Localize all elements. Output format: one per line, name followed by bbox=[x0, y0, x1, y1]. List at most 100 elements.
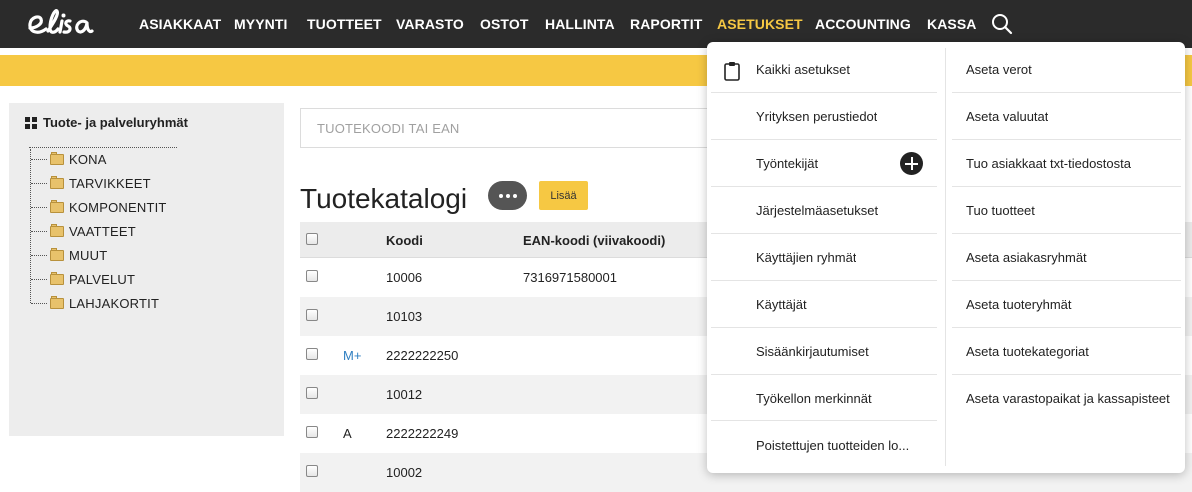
menu-item-kayttajien-ryhmat[interactable]: Käyttäjien ryhmät bbox=[707, 234, 937, 281]
menu-separator bbox=[711, 420, 937, 421]
row-tag: A bbox=[343, 426, 352, 441]
row-checkbox[interactable] bbox=[306, 348, 318, 360]
tree-item-palvelut[interactable]: PALVELUT bbox=[31, 269, 135, 289]
dot-icon bbox=[512, 193, 517, 198]
dot-icon bbox=[505, 193, 510, 198]
tree-item-lahjakortit[interactable]: LAHJAKORTIT bbox=[31, 293, 159, 313]
tree-title: Tuote- ja palveluryhmät bbox=[25, 115, 188, 130]
nav-varasto[interactable]: VARASTO bbox=[396, 16, 464, 32]
menu-item-tyontekijat[interactable]: Työntekijät bbox=[707, 140, 937, 187]
menu-item-tyokellon-merkinnat[interactable]: Työkellon merkinnät bbox=[707, 375, 937, 422]
clipboard-icon bbox=[724, 62, 740, 81]
row-code: 2222222250 bbox=[386, 348, 459, 363]
folder-icon bbox=[50, 224, 64, 237]
more-options-button[interactable] bbox=[488, 181, 527, 210]
menu-column-divider bbox=[945, 48, 946, 466]
row-checkbox[interactable] bbox=[306, 387, 318, 399]
select-all-checkbox[interactable] bbox=[306, 233, 318, 245]
folder-icon bbox=[50, 200, 64, 213]
tree-root-line bbox=[29, 147, 177, 148]
top-navigation-bar: ASIAKKAAT MYYNTI TUOTTEET VARASTO OSTOT … bbox=[0, 0, 1192, 48]
row-code: 10103 bbox=[386, 309, 423, 324]
menu-item-label: Työntekijät bbox=[756, 156, 819, 171]
menu-item-label: Aseta asiakasryhmät bbox=[966, 250, 1087, 265]
row-checkbox[interactable] bbox=[306, 309, 318, 321]
row-code: 10006 bbox=[386, 270, 423, 285]
nav-accounting[interactable]: ACCOUNTING bbox=[815, 16, 911, 32]
menu-item-aseta-tuoteryhmat[interactable]: Aseta tuoteryhmät bbox=[952, 281, 1185, 328]
menu-item-poistettujen-tuotteiden-loki[interactable]: Poistettujen tuotteiden lo... bbox=[707, 422, 937, 469]
menu-item-label: Tuo asiakkaat txt-tiedostosta bbox=[966, 156, 1131, 171]
row-code: 10002 bbox=[386, 465, 423, 480]
tree-item-kona[interactable]: KONA bbox=[31, 149, 107, 169]
row-code: 10012 bbox=[386, 387, 423, 402]
menu-item-aseta-tuotekategoriat[interactable]: Aseta tuotekategoriat bbox=[952, 328, 1185, 375]
folder-icon bbox=[50, 296, 64, 309]
folder-icon bbox=[50, 176, 64, 189]
row-checkbox[interactable] bbox=[306, 426, 318, 438]
menu-item-jarjestelmaasetukset[interactable]: Järjestelmäasetukset bbox=[707, 187, 937, 234]
product-search-input[interactable] bbox=[301, 109, 720, 147]
menu-item-label: Työkellon merkinnät bbox=[756, 391, 872, 406]
nav-raportit[interactable]: RAPORTIT bbox=[630, 16, 702, 32]
menu-item-label: Yrityksen perustiedot bbox=[756, 109, 878, 124]
nav-hallinta[interactable]: HALLINTA bbox=[545, 16, 615, 32]
tree-item-vaatteet[interactable]: VAATTEET bbox=[31, 221, 136, 241]
row-checkbox[interactable] bbox=[306, 270, 318, 282]
menu-item-label: Poistettujen tuotteiden lo... bbox=[756, 438, 910, 453]
menu-item-label: Käyttäjien ryhmät bbox=[756, 250, 857, 265]
folder-icon bbox=[50, 152, 64, 165]
menu-item-sisaankirjautumiset[interactable]: Sisäänkirjautumiset bbox=[707, 328, 937, 375]
menu-item-label: Aseta varastopaikat ja kassapisteet bbox=[966, 391, 1170, 406]
menu-item-kayttajat[interactable]: Käyttäjät bbox=[707, 281, 937, 328]
column-header-ean[interactable]: EAN-koodi (viivakoodi) bbox=[523, 233, 665, 248]
menu-item-label: Järjestelmäasetukset bbox=[756, 203, 879, 218]
menu-item-tuo-tuotteet[interactable]: Tuo tuotteet bbox=[952, 187, 1185, 234]
menu-item-aseta-asiakasryhmat[interactable]: Aseta asiakasryhmät bbox=[952, 234, 1185, 281]
settings-dropdown-menu: Kaikki asetukset Yrityksen perustiedot T… bbox=[707, 42, 1185, 473]
nav-tuotteet[interactable]: TUOTTEET bbox=[307, 16, 382, 32]
dot-icon bbox=[498, 193, 503, 198]
menu-item-label: Kaikki asetukset bbox=[756, 62, 850, 77]
nav-myynti[interactable]: MYYNTI bbox=[234, 16, 288, 32]
menu-item-label: Aseta tuoteryhmät bbox=[966, 297, 1072, 312]
add-employee-plus-icon[interactable] bbox=[900, 152, 923, 175]
tree-item-label: KONA bbox=[69, 151, 107, 167]
row-code: 2222222249 bbox=[386, 426, 459, 441]
nav-asiakkaat[interactable]: ASIAKKAAT bbox=[139, 16, 221, 32]
folder-icon bbox=[50, 248, 64, 261]
grid-icon bbox=[25, 116, 37, 129]
column-header-koodi[interactable]: Koodi bbox=[386, 233, 423, 248]
row-tag[interactable]: M+ bbox=[343, 348, 361, 363]
product-group-tree: Tuote- ja palveluryhmät KONA TARVIKKEET … bbox=[9, 103, 284, 436]
tree-item-label: MUUT bbox=[69, 247, 108, 263]
tree-item-label: VAATTEET bbox=[69, 223, 136, 239]
nav-kassa[interactable]: KASSA bbox=[927, 16, 977, 32]
menu-item-yrityksen-perustiedot[interactable]: Yrityksen perustiedot bbox=[707, 93, 937, 140]
tree-item-tarvikkeet[interactable]: TARVIKKEET bbox=[31, 173, 151, 193]
search-icon[interactable] bbox=[990, 12, 1014, 36]
menu-item-label: Aseta verot bbox=[966, 62, 1032, 77]
tree-item-komponentit[interactable]: KOMPONENTIT bbox=[31, 197, 167, 217]
tree-item-label: KOMPONENTIT bbox=[69, 199, 167, 215]
menu-item-label: Tuo tuotteet bbox=[966, 203, 1035, 218]
row-checkbox[interactable] bbox=[306, 465, 318, 477]
row-ean: 7316971580001 bbox=[523, 270, 617, 285]
menu-item-tuo-asiakkaat[interactable]: Tuo asiakkaat txt-tiedostosta bbox=[952, 140, 1185, 187]
product-search-box bbox=[300, 108, 720, 148]
nav-ostot[interactable]: OSTOT bbox=[480, 16, 528, 32]
menu-item-aseta-verot[interactable]: Aseta verot bbox=[952, 46, 1185, 93]
menu-item-aseta-varastopaikat[interactable]: Aseta varastopaikat ja kassapisteet bbox=[952, 375, 1185, 422]
tree-item-label: LAHJAKORTIT bbox=[69, 295, 160, 311]
menu-item-label: Aseta tuotekategoriat bbox=[966, 344, 1089, 359]
menu-item-label: Käyttäjät bbox=[756, 297, 807, 312]
nav-asetukset[interactable]: ASETUKSET bbox=[717, 16, 803, 32]
elisa-logo[interactable] bbox=[26, 6, 114, 42]
add-product-button[interactable]: Lisää bbox=[539, 181, 588, 210]
tree-item-label: PALVELUT bbox=[69, 271, 136, 287]
page-title: Tuotekatalogi bbox=[300, 183, 468, 214]
menu-item-kaikki-asetukset[interactable]: Kaikki asetukset bbox=[707, 46, 937, 93]
tree-item-muut[interactable]: MUUT bbox=[31, 245, 107, 265]
menu-item-aseta-valuutat[interactable]: Aseta valuutat bbox=[952, 93, 1185, 140]
tree-title-label: Tuote- ja palveluryhmät bbox=[43, 115, 188, 130]
